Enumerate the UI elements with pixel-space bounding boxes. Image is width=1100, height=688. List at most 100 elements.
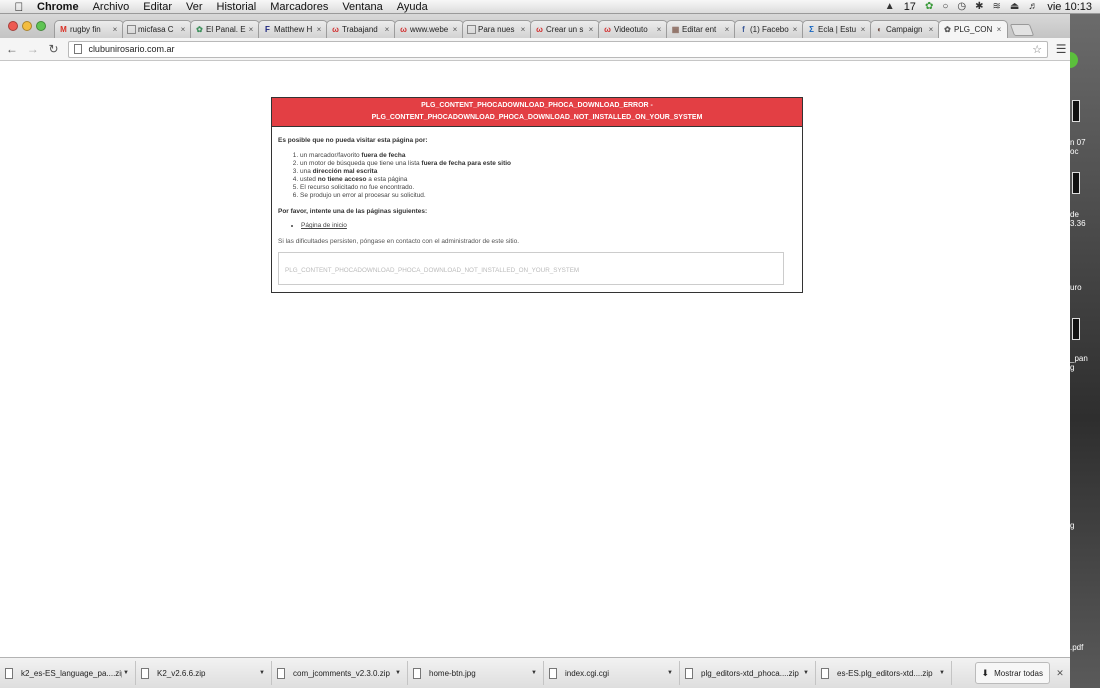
download-filename: com_jcomments_v2.3.0.zip [293,668,390,678]
bluetooth-icon[interactable]: ✱ [975,1,983,12]
menu-historial[interactable]: Historial [210,1,264,13]
tab-close-icon[interactable]: × [111,25,119,34]
download-menu-caret-icon[interactable]: ▼ [258,670,266,676]
reason-text: un marcador/favorito [300,152,362,159]
browser-tab[interactable]: ▦ Editar ent × [666,20,736,38]
forward-arrow-icon[interactable]: → [24,42,42,56]
address-bar[interactable]: clubunirosario.com.ar ☆ [68,40,1049,58]
back-arrow-icon[interactable]: ← [3,42,21,56]
browser-tab[interactable]: ω Videotuto × [598,20,668,38]
download-item[interactable]: index.cgi.cgi ▼ [544,661,680,685]
tab-close-icon[interactable]: × [655,25,663,34]
tab-close-icon[interactable]: × [587,25,595,34]
file-icon [821,667,829,679]
window-maximize-button[interactable] [36,21,46,31]
app-status-icon[interactable]: ✿ [925,1,933,12]
desktop-app-badge [1070,52,1078,68]
reload-icon[interactable]: ↻ [45,42,63,56]
tab-title: Editar ent [682,25,717,34]
reason-text: usted [300,176,318,183]
download-item[interactable]: es-ES.plg_editors-xtd....zip ▼ [816,661,952,685]
tab-close-icon[interactable]: × [315,25,323,34]
tab-title: Ecla | Estu [818,25,857,34]
tab-favicon-icon: F [265,25,270,34]
download-item[interactable]: plg_editors-xtd_phoca....zip ▼ [680,661,816,685]
tab-close-icon[interactable]: × [791,25,799,34]
tab-close-icon[interactable]: × [451,25,459,34]
close-shelf-icon[interactable]: ✕ [1050,668,1070,679]
tab-favicon-icon: ω [332,25,339,34]
show-all-downloads-button[interactable]: ⬇ Mostrar todas [974,662,1050,684]
window-minimize-button[interactable] [22,21,32,31]
menu-chrome[interactable]: Chrome [30,1,86,13]
clock[interactable]: vie 10:13 [1047,1,1092,13]
tab-close-icon[interactable]: × [995,25,1003,34]
browser-tab[interactable]: ω Crear un s × [530,20,600,38]
downloads-list: k2_es-ES_language_pa....zip ▼ K2_v2.6.6.zi… [0,661,952,685]
tab-close-icon[interactable]: × [927,25,935,34]
desktop-file-label: n 07 [1070,138,1086,147]
list-item: Página de inicio [301,222,796,230]
new-tab-button[interactable] [1009,24,1035,36]
menu-ventana[interactable]: Ventana [335,1,389,13]
eject-icon[interactable]: ⏏ [1010,1,1019,12]
desktop-thumbnail[interactable] [1072,318,1080,340]
file-icon [141,667,149,679]
download-item[interactable]: K2_v2.6.6.zip ▼ [136,661,272,685]
tab-close-icon[interactable]: × [859,25,867,34]
download-item[interactable]: com_jcomments_v2.3.0.zip ▼ [272,661,408,685]
download-item[interactable]: home-btn.jpg ▼ [408,661,544,685]
desktop-thumbnail[interactable] [1072,100,1080,122]
browser-tab[interactable]: ω Trabajand × [326,20,396,38]
volume-icon[interactable]: ♬ [1028,1,1038,12]
download-menu-caret-icon[interactable]: ▼ [394,670,402,676]
browser-tab[interactable]: micfasa C × [122,20,192,38]
tab-title: rugby fin [70,25,101,34]
window-close-button[interactable] [8,21,18,31]
menu-archivo[interactable]: Archivo [86,1,137,13]
download-item[interactable]: k2_es-ES_language_pa....zip ▼ [0,661,136,685]
tab-close-icon[interactable]: × [519,25,527,34]
browser-tab[interactable]: ✿ PLG_CON × [938,20,1008,38]
contact-note: Si las dificultades persisten, póngase e… [278,238,519,245]
desktop-thumbnail[interactable] [1072,172,1080,194]
menu-ayuda[interactable]: Ayuda [390,1,435,13]
show-all-label: Mostrar todas [994,668,1043,678]
time-machine-icon[interactable]: ◷ [957,1,966,12]
browser-tab[interactable]: Para nues × [462,20,532,38]
download-menu-caret-icon[interactable]: ▼ [802,670,810,676]
download-menu-caret-icon[interactable]: ▼ [122,670,130,676]
page-content: PLG_CONTENT_PHOCADOWNLOAD_PHOCA_DOWNLOAD… [0,62,1070,656]
apple-menu-icon[interactable]:  [8,0,30,14]
download-filename: home-btn.jpg [429,668,476,678]
tab-close-icon[interactable]: × [247,25,255,34]
browser-tab[interactable]: ✿ El Panal. E × [190,20,260,38]
tab-close-icon[interactable]: × [723,25,731,34]
bookmark-star-icon[interactable]: ☆ [1030,43,1044,56]
browser-tab[interactable]: ◐ Campaign × [870,20,940,38]
chrome-menu-icon[interactable]: ☰ [1052,42,1070,56]
url-text[interactable]: clubunirosario.com.ar [88,44,1030,54]
adobe-icon[interactable]: ▲ [885,1,895,12]
home-page-link[interactable]: Página de inicio [301,222,347,229]
chat-icon[interactable]: ○ [942,1,948,12]
error-heading: PLG_CONTENT_PHOCADOWNLOAD_PHOCA_DOWNLOAD… [272,98,802,127]
menu-ver[interactable]: Ver [179,1,210,13]
browser-tab[interactable]: ω www.webe × [394,20,464,38]
browser-tab[interactable]: F Matthew H × [258,20,328,38]
browser-tab[interactable]: f (1) Facebo × [734,20,804,38]
tab-close-icon[interactable]: × [179,25,187,34]
download-filename: es-ES.plg_editors-xtd....zip [837,668,933,678]
download-menu-caret-icon[interactable]: ▼ [938,670,946,676]
browser-tab[interactable]: Mrugby fin × [54,20,124,38]
menu-editar[interactable]: Editar [136,1,179,13]
wifi-icon[interactable]: ≋ [993,1,1001,12]
browser-tab[interactable]: Σ Ecla | Estu × [802,20,872,38]
download-menu-caret-icon[interactable]: ▼ [666,670,674,676]
tab-favicon-icon: ω [536,25,543,34]
desktop-file-label: _pan [1070,354,1088,363]
menu-marcadores[interactable]: Marcadores [263,1,335,13]
download-menu-caret-icon[interactable]: ▼ [530,670,538,676]
tab-close-icon[interactable]: × [383,25,391,34]
tab-title: Trabajand [342,25,378,34]
